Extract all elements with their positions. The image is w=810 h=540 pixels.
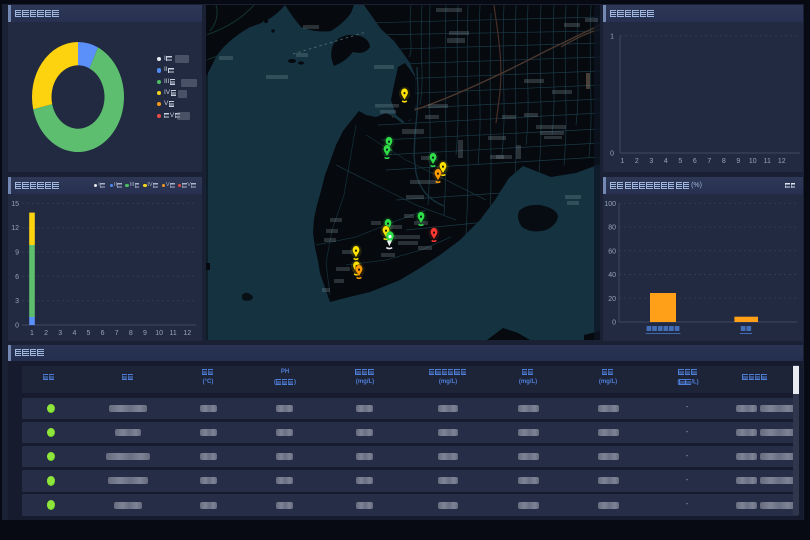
svg-text:80: 80	[608, 225, 616, 232]
svg-text:9: 9	[15, 250, 19, 257]
svg-text:1: 1	[610, 34, 614, 41]
svg-text:100: 100	[604, 201, 616, 208]
svg-text:2: 2	[635, 158, 639, 165]
svg-text:5: 5	[87, 330, 91, 337]
svg-text:5: 5	[678, 158, 682, 165]
svg-text:12: 12	[11, 225, 19, 232]
svg-text:8: 8	[722, 158, 726, 165]
svg-text:8: 8	[129, 330, 133, 337]
svg-text:0: 0	[612, 320, 616, 327]
svg-text:6: 6	[101, 330, 105, 337]
svg-text:3: 3	[58, 330, 62, 337]
svg-text:9: 9	[736, 158, 740, 165]
svg-text:2: 2	[44, 330, 48, 337]
svg-text:3: 3	[649, 158, 653, 165]
svg-text:4: 4	[72, 330, 76, 337]
svg-text:1: 1	[620, 158, 624, 165]
svg-text:0: 0	[610, 151, 614, 158]
svg-text:9: 9	[143, 330, 147, 337]
svg-text:15: 15	[11, 201, 19, 208]
svg-text:10: 10	[155, 330, 163, 337]
svg-text:11: 11	[764, 158, 771, 165]
svg-text:1: 1	[30, 330, 34, 337]
svg-text:10: 10	[749, 158, 757, 165]
svg-text:6: 6	[15, 274, 19, 281]
svg-text:3: 3	[15, 298, 19, 305]
svg-text:20: 20	[608, 296, 616, 303]
svg-text:4: 4	[664, 158, 668, 165]
svg-text:12: 12	[778, 158, 786, 165]
svg-text:11: 11	[170, 330, 177, 337]
svg-text:7: 7	[115, 330, 119, 337]
svg-text:60: 60	[608, 248, 616, 255]
svg-text:0: 0	[15, 323, 19, 330]
svg-text:40: 40	[608, 272, 616, 279]
svg-text:7: 7	[707, 158, 711, 165]
svg-text:6: 6	[693, 158, 697, 165]
svg-text:12: 12	[183, 330, 191, 337]
